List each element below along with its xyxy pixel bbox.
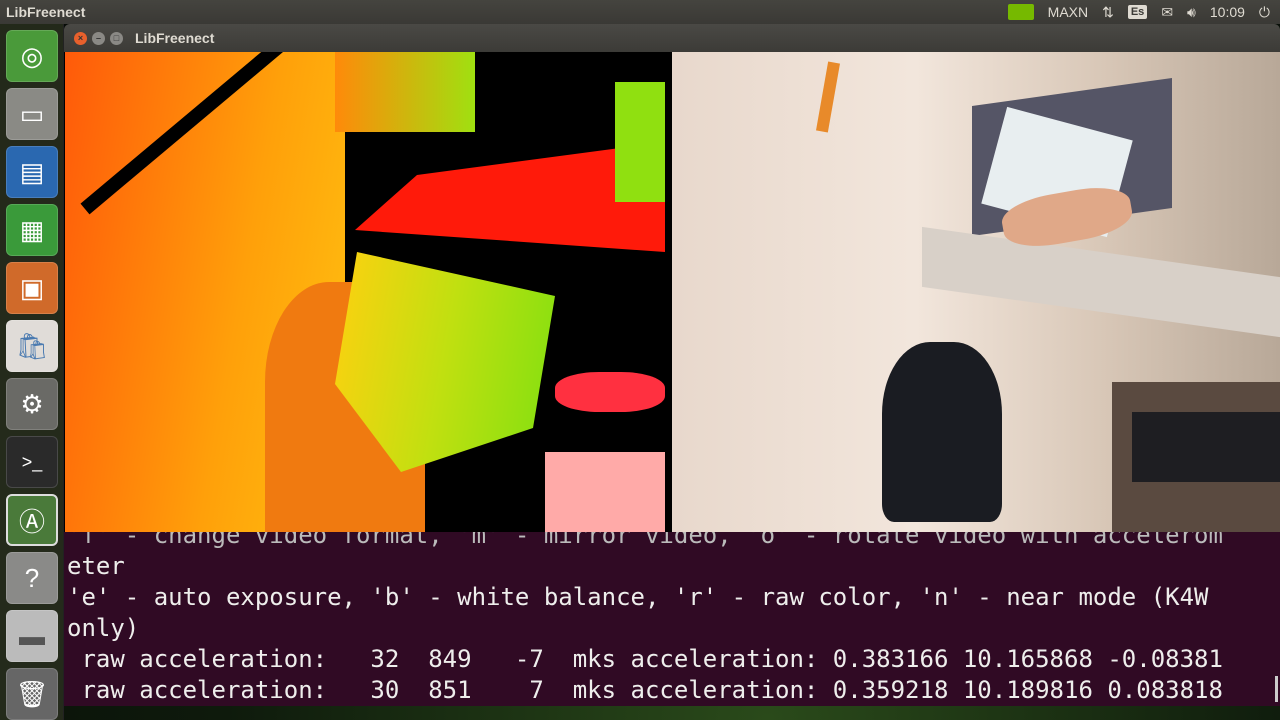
power-icon[interactable]: ⏻ <box>1259 4 1270 21</box>
terminal-line: raw acceleration: 30 851 7 mks accelerat… <box>67 676 1223 704</box>
top-panel: LibFreenect MAXN ⇅ Es ✉ 🔊︎ 10:09 ⏻ <box>0 0 1280 24</box>
terminal-line: eter <box>67 552 125 580</box>
mail-icon[interactable]: ✉ <box>1161 4 1173 21</box>
trash-icon[interactable]: 🗑︎ <box>6 668 58 720</box>
libfreenect-window: × – □ LibFreenect <box>64 24 1280 532</box>
volume-icon[interactable]: 🔊︎ <box>1187 4 1196 21</box>
software-center-icon[interactable]: 🛍︎ <box>6 320 58 372</box>
window-title: LibFreenect <box>135 30 215 46</box>
depth-image <box>65 52 665 532</box>
terminal-line: 'e' - auto exposure, 'b' - white balance… <box>67 583 1209 611</box>
power-mode-label[interactable]: MAXN <box>1048 4 1088 20</box>
writer-icon[interactable]: ▤ <box>6 146 58 198</box>
launcher: ◎ ▭ ▤ ▦ ▣ 🛍︎ ⚙ >_ Ⓐ ? ▬ 🗑︎ <box>0 24 64 720</box>
terminal-icon[interactable]: >_ <box>6 436 58 488</box>
files-icon[interactable]: ▭ <box>6 88 58 140</box>
impress-icon[interactable]: ▣ <box>6 262 58 314</box>
close-button[interactable]: × <box>74 31 87 45</box>
clock[interactable]: 10:09 <box>1210 4 1245 20</box>
active-app-title: LibFreenect <box>6 4 86 20</box>
nvidia-icon[interactable] <box>1007 4 1034 20</box>
help-icon[interactable]: ? <box>6 552 58 604</box>
network-icon[interactable]: ⇅ <box>1102 4 1114 21</box>
terminal-window[interactable]: 'f' - change video format, 'm' - mirror … <box>64 520 1280 706</box>
maximize-button[interactable]: □ <box>110 31 123 45</box>
minimize-button[interactable]: – <box>92 31 105 45</box>
drive-icon[interactable]: ▬ <box>6 610 58 662</box>
keyboard-layout-indicator[interactable]: Es <box>1127 5 1148 19</box>
terminal-scrollbar[interactable] <box>1275 676 1278 702</box>
rgb-camera-image <box>672 52 1280 532</box>
settings-icon[interactable]: ⚙ <box>6 378 58 430</box>
software-updater-icon[interactable]: Ⓐ <box>6 494 58 546</box>
terminal-line: only) <box>67 614 140 642</box>
ubuntu-dash-icon[interactable]: ◎ <box>6 30 58 82</box>
window-titlebar[interactable]: × – □ LibFreenect <box>64 24 1280 52</box>
calc-icon[interactable]: ▦ <box>6 204 58 256</box>
terminal-line: raw acceleration: 32 849 -7 mks accelera… <box>67 645 1223 673</box>
